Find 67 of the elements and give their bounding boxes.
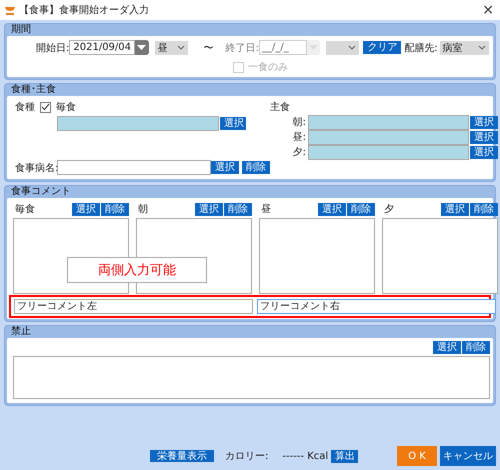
section-title: 食事コメント <box>10 186 72 198</box>
field-label: 昼: <box>292 131 306 144</box>
meal-select[interactable] <box>326 40 360 54</box>
delete-button[interactable]: 削除 <box>470 202 498 216</box>
column-label: 夕 <box>384 203 394 216</box>
select-button[interactable]: 選択 <box>470 130 498 144</box>
field-label: 終了日: <box>226 42 260 54</box>
select-button[interactable]: 選択 <box>220 117 246 130</box>
input-field[interactable] <box>308 114 469 130</box>
input-field[interactable] <box>308 144 469 160</box>
chevron-icon <box>348 45 356 50</box>
input-field[interactable] <box>57 116 219 131</box>
nutrition-button[interactable]: 栄養量表示 <box>150 450 214 462</box>
chevron-icon <box>478 45 486 50</box>
free-comment-field[interactable]: フリーコメント左 <box>14 299 253 314</box>
checkbox[interactable] <box>40 102 51 112</box>
delete-button[interactable]: 削除 <box>462 341 490 354</box>
range-separator: 〜 <box>204 42 214 54</box>
select-button[interactable]: 選択 <box>470 116 498 128</box>
comment-area[interactable] <box>382 218 498 294</box>
field-label: 開始日: <box>36 42 70 54</box>
delete-button[interactable]: 削除 <box>242 161 270 174</box>
calorie-value: ------ Kcal <box>282 450 328 462</box>
window-title: 【食事】食事開始オーダ入力 <box>19 4 150 17</box>
select-button[interactable]: 選択 <box>433 341 461 354</box>
select-button[interactable]: 選択 <box>470 146 498 158</box>
comment-area[interactable] <box>259 218 375 294</box>
annotation-note: 両側入力可能 <box>67 257 207 283</box>
column-label: 毎食 <box>15 203 35 216</box>
free-comment-field[interactable]: フリーコメント右 <box>257 299 496 314</box>
field-label: 朝: <box>292 116 306 129</box>
cancel-button[interactable]: キャンセル <box>440 446 496 466</box>
caret-icon <box>137 45 146 50</box>
field-label: 夕: <box>292 146 306 159</box>
section-title: 食種･主食 <box>10 84 57 96</box>
select-button[interactable]: 選択 <box>195 202 223 216</box>
caret-icon <box>308 45 318 50</box>
field-label: 食事病名: <box>15 162 57 174</box>
chevron-icon <box>176 45 185 50</box>
section-title: 禁止 <box>10 326 32 338</box>
dropdown-button[interactable] <box>135 40 149 55</box>
delete-button[interactable]: 削除 <box>347 202 375 216</box>
select-button[interactable]: 選択 <box>72 202 100 216</box>
input-field[interactable] <box>308 130 469 144</box>
calculate-button[interactable]: 算出 <box>331 450 358 462</box>
select-button[interactable]: 選択 <box>441 202 469 216</box>
field-label: 主食 <box>270 100 290 114</box>
prohibition-area[interactable] <box>13 356 490 399</box>
section-title: 期間 <box>10 24 32 36</box>
field-label: 食種 <box>15 101 35 114</box>
delete-button[interactable]: 削除 <box>101 202 129 216</box>
select-button[interactable]: 選択 <box>211 161 240 174</box>
column-label: 朝 <box>138 202 148 216</box>
bowl-icon <box>4 4 16 16</box>
clear-button[interactable]: クリア <box>363 41 402 54</box>
column-label: 昼 <box>261 203 271 216</box>
checkbox-label: 一食のみ <box>248 61 288 74</box>
checkbox-label: 毎食 <box>56 101 76 114</box>
calorie-label: カロリー: <box>225 450 268 463</box>
input-field[interactable] <box>57 160 212 175</box>
field-label: 配膳先: <box>404 42 438 54</box>
date-field[interactable]: 2021/09/04 <box>69 40 136 55</box>
meal-select[interactable]: 昼 <box>154 40 188 54</box>
delete-button[interactable]: 削除 <box>224 202 252 216</box>
select-button[interactable]: 選択 <box>318 202 346 216</box>
ward-select[interactable]: 病室 <box>440 40 489 54</box>
close-button[interactable]: × <box>482 3 494 17</box>
